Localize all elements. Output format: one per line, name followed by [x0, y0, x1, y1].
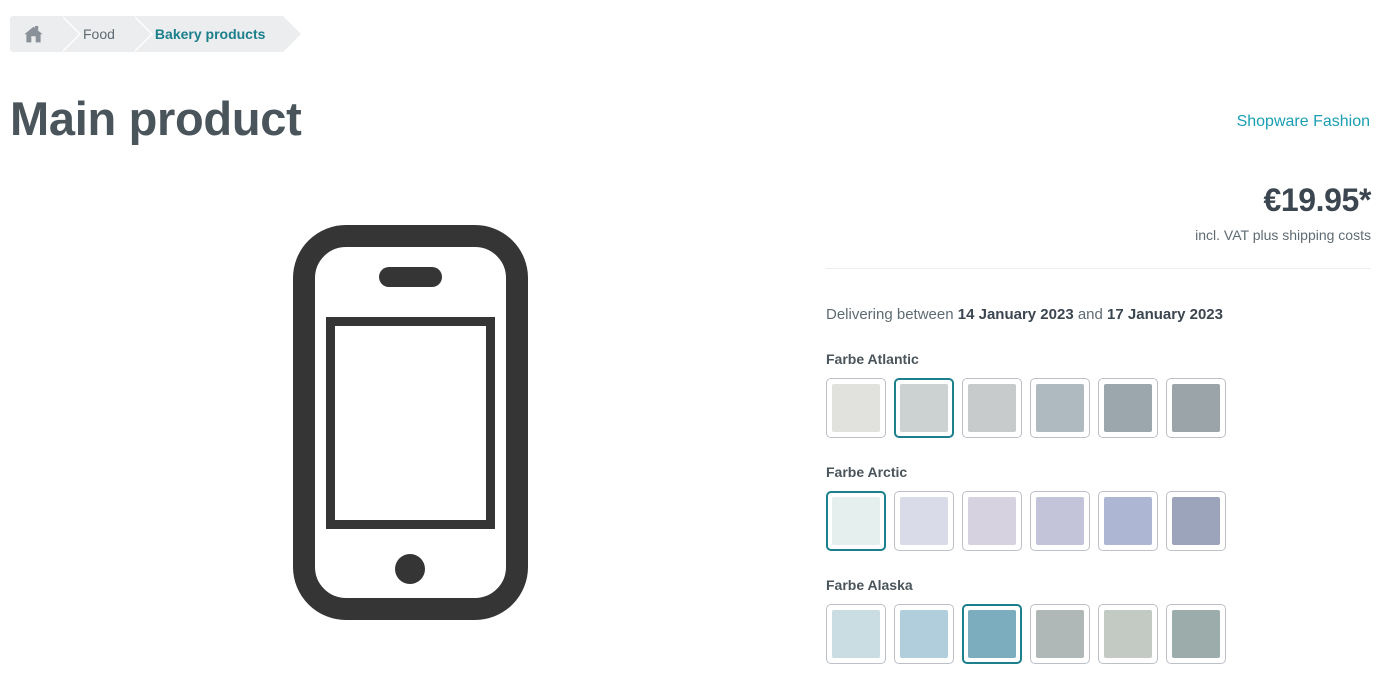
swatch-arctic-6[interactable] — [1166, 491, 1226, 551]
breadcrumb-item-label: Bakery products — [154, 26, 266, 42]
swatch-fill — [900, 384, 948, 432]
swatch-alaska-6[interactable] — [1166, 604, 1226, 664]
variant-label: Farbe Arctic — [826, 464, 908, 480]
swatch-arctic-4[interactable] — [1030, 491, 1090, 551]
swatch-fill — [1172, 610, 1220, 658]
swatch-fill — [968, 497, 1016, 545]
swatch-arctic-1[interactable] — [826, 491, 886, 551]
swatch-alaska-3[interactable] — [962, 604, 1022, 664]
page-title: Main product — [10, 92, 302, 145]
swatch-arctic-5[interactable] — [1098, 491, 1158, 551]
swatch-fill — [1036, 610, 1084, 658]
manufacturer-link[interactable]: Shopware Fashion — [1237, 113, 1370, 131]
delivery-date-to: 17 January 2023 — [1107, 306, 1223, 323]
product-buy-widget: €19.95* incl. VAT plus shipping costs De… — [826, 180, 1371, 664]
swatch-fill — [900, 610, 948, 658]
breadcrumb-item-label: Food — [83, 26, 115, 42]
swatch-atlantic-3[interactable] — [962, 378, 1022, 438]
swatch-alaska-2[interactable] — [894, 604, 954, 664]
swatch-fill — [1104, 384, 1152, 432]
delivery-middle: and — [1073, 306, 1108, 323]
product-price: €19.95* — [1263, 182, 1371, 218]
swatch-row-alaska — [826, 604, 1371, 664]
swatch-atlantic-5[interactable] — [1098, 378, 1158, 438]
swatch-fill — [1104, 610, 1152, 658]
swatch-fill — [832, 610, 880, 658]
swatch-fill — [1172, 384, 1220, 432]
variant-group-atlantic: Farbe Atlantic — [826, 350, 1371, 438]
swatch-atlantic-2[interactable] — [894, 378, 954, 438]
swatch-atlantic-6[interactable] — [1166, 378, 1226, 438]
swatch-fill — [832, 497, 880, 545]
swatch-atlantic-1[interactable] — [826, 378, 886, 438]
breadcrumb-item-bakery-products[interactable]: Bakery products — [132, 16, 304, 52]
delivery-information: Delivering between 14 January 2023 and 1… — [826, 305, 1371, 325]
swatch-alaska-5[interactable] — [1098, 604, 1158, 664]
swatch-fill — [1104, 497, 1152, 545]
swatch-row-atlantic — [826, 378, 1371, 438]
swatch-fill — [968, 384, 1016, 432]
swatch-alaska-4[interactable] — [1030, 604, 1090, 664]
swatch-row-arctic — [826, 491, 1371, 551]
home-icon — [24, 25, 43, 43]
delivery-date-from: 14 January 2023 — [957, 306, 1074, 323]
swatch-fill — [968, 610, 1016, 658]
tax-info: incl. VAT plus shipping costs — [1195, 227, 1371, 243]
swatch-fill — [900, 497, 948, 545]
variant-group-arctic: Farbe Arctic — [826, 463, 1371, 551]
swatch-fill — [1036, 497, 1084, 545]
breadcrumb-home-link[interactable] — [10, 16, 81, 52]
swatch-atlantic-4[interactable] — [1030, 378, 1090, 438]
price-block: €19.95* incl. VAT plus shipping costs — [826, 180, 1371, 244]
product-gallery — [10, 170, 810, 680]
delivery-prefix: Delivering between — [826, 306, 958, 323]
variant-label: Farbe Atlantic — [826, 351, 919, 367]
breadcrumb: Food Bakery products — [10, 16, 304, 52]
swatch-fill — [1036, 384, 1084, 432]
swatch-alaska-1[interactable] — [826, 604, 886, 664]
variant-group-alaska: Farbe Alaska — [826, 576, 1371, 664]
section-divider — [826, 268, 1371, 269]
swatch-fill — [832, 384, 880, 432]
variant-label: Farbe Alaska — [826, 577, 913, 593]
swatch-arctic-2[interactable] — [894, 491, 954, 551]
swatch-arctic-3[interactable] — [962, 491, 1022, 551]
smartphone-placeholder-icon — [292, 225, 528, 625]
swatch-fill — [1172, 497, 1220, 545]
